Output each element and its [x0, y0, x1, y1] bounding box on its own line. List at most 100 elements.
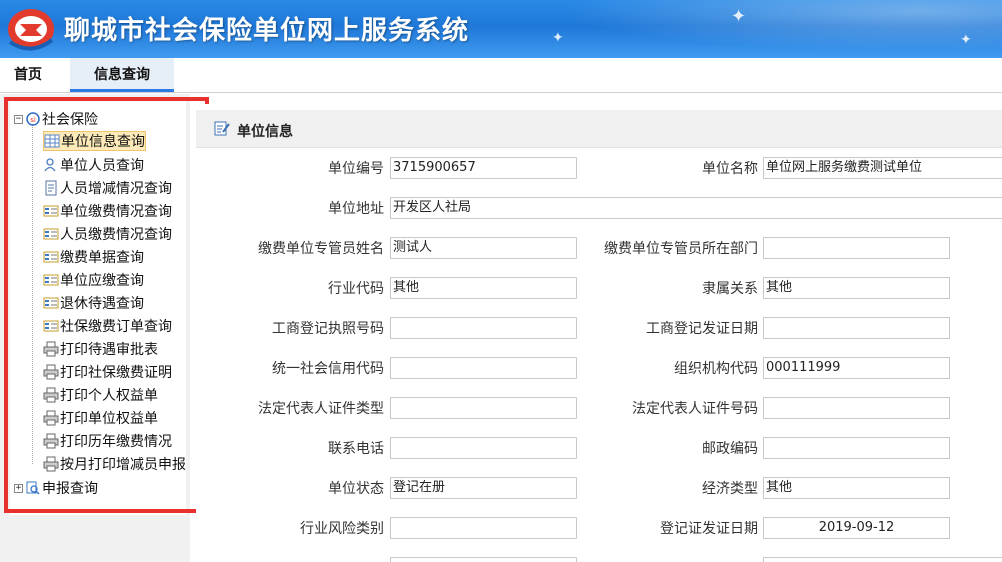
label-unit-name: 单位名称	[702, 161, 758, 177]
sidebar-item-retirement[interactable]: 退休待遇查询	[43, 293, 144, 313]
collapse-icon[interactable]: −	[14, 114, 23, 124]
sidebar-tree: − si 社会保险 单位信息查询 单位人员查询 人员增减情况查询 单位缴费情况查…	[0, 0, 186, 562]
sidebar-item-print-monthly[interactable]: 按月打印增减员申报	[43, 454, 186, 474]
list-card-icon	[43, 320, 59, 332]
phone-field[interactable]	[390, 437, 577, 459]
tree-guide-line	[32, 124, 33, 464]
next-row-field[interactable]	[763, 557, 1002, 562]
sidebar-item-label: 退休待遇查询	[60, 296, 144, 312]
label-postcode: 邮政编码	[702, 441, 758, 457]
sidebar-item-payment-receipt[interactable]: 缴费单据查询	[43, 247, 144, 267]
sidebar-item-label: 按月打印增减员申报	[60, 457, 186, 473]
label-manager-dept: 缴费单位专管员所在部门	[604, 241, 758, 257]
next-row-field[interactable]	[390, 557, 577, 562]
label-license-no: 工商登记执照号码	[272, 321, 384, 337]
label-phone: 联系电话	[328, 441, 384, 457]
printer-icon	[43, 341, 59, 357]
tree-root-label: 社会保险	[42, 112, 98, 128]
manager-dept-field[interactable]	[763, 237, 950, 259]
social-insurance-icon: si	[26, 112, 40, 126]
label-unit-no: 单位编号	[328, 161, 384, 177]
reg-cert-date-field[interactable]: 2019-09-12	[763, 517, 950, 539]
unit-status-field[interactable]: 登记在册	[390, 477, 577, 499]
sidebar-item-label: 打印单位权益单	[60, 411, 158, 427]
label-org-code: 组织机构代码	[674, 361, 758, 377]
list-card-icon	[43, 251, 59, 263]
printer-icon	[43, 456, 59, 472]
unit-address-field[interactable]: 开发区人社局	[390, 197, 1002, 219]
license-date-field[interactable]	[763, 317, 950, 339]
rep-id-no-field[interactable]	[763, 397, 950, 419]
sidebar-item-print-certificate[interactable]: 打印社保缴费证明	[43, 362, 172, 382]
sidebar-item-print-history[interactable]: 打印历年缴费情况	[43, 431, 172, 451]
list-card-icon	[43, 228, 59, 240]
label-license-date: 工商登记发证日期	[646, 321, 758, 337]
list-card-icon	[43, 297, 59, 309]
printer-icon	[43, 387, 59, 403]
label-rep-id-no: 法定代表人证件号码	[632, 401, 758, 417]
sidebar-item-print-approval[interactable]: 打印待遇审批表	[43, 339, 158, 359]
unit-no-field[interactable]: 3715900657	[390, 157, 577, 179]
section-title: 单位信息	[237, 124, 293, 140]
label-unit-address: 单位地址	[328, 201, 384, 217]
label-risk-category: 行业风险类别	[300, 521, 384, 537]
sparkle-icon: ✦	[552, 30, 564, 46]
label-credit-code: 统一社会信用代码	[272, 361, 384, 377]
sidebar-item-staff-change[interactable]: 人员增减情况查询	[43, 178, 172, 198]
sidebar-item-unit-info[interactable]: 单位信息查询	[43, 131, 146, 151]
edit-icon	[214, 121, 230, 136]
svg-text:si: si	[30, 116, 36, 124]
tree-root-label: 申报查询	[42, 481, 98, 497]
sidebar-item-label: 单位人员查询	[60, 158, 144, 174]
sidebar-item-label: 人员增减情况查询	[60, 181, 172, 197]
license-no-field[interactable]	[390, 317, 577, 339]
printer-icon	[43, 410, 59, 426]
label-reg-cert-date: 登记证发证日期	[660, 521, 758, 537]
credit-code-field[interactable]	[390, 357, 577, 379]
search-doc-icon	[26, 481, 40, 495]
label-rep-id-type: 法定代表人证件类型	[258, 401, 384, 417]
tree-root-social-insurance[interactable]: − si 社会保险	[14, 110, 98, 128]
sidebar-item-label: 打印待遇审批表	[60, 342, 158, 358]
rep-id-type-field[interactable]	[390, 397, 577, 419]
expand-icon[interactable]: +	[14, 483, 23, 493]
manager-name-field[interactable]: 测试人	[390, 237, 577, 259]
sidebar-item-person-payment[interactable]: 人员缴费情况查询	[43, 224, 172, 244]
section-header	[196, 110, 1002, 148]
unit-name-field[interactable]: 单位网上服务缴费测试单位	[763, 157, 1002, 179]
sidebar-item-label: 人员缴费情况查询	[60, 227, 172, 243]
sidebar-item-label: 打印个人权益单	[60, 388, 158, 404]
list-card-icon	[43, 274, 59, 286]
sidebar-item-label: 单位应缴查询	[60, 273, 144, 289]
sidebar-item-payable[interactable]: 单位应缴查询	[43, 270, 144, 290]
list-card-icon	[43, 205, 59, 217]
sidebar-item-label: 打印历年缴费情况	[60, 434, 172, 450]
org-code-field[interactable]: 000111999	[763, 357, 950, 379]
sidebar-item-label: 缴费单据查询	[60, 250, 144, 266]
sidebar-item-unit-payment[interactable]: 单位缴费情况查询	[43, 201, 172, 221]
document-icon	[45, 180, 57, 196]
sidebar-item-print-unit-rights[interactable]: 打印单位权益单	[43, 408, 158, 428]
label-affiliation: 隶属关系	[702, 281, 758, 297]
affiliation-field[interactable]: 其他	[763, 277, 950, 299]
economy-type-field[interactable]: 其他	[763, 477, 950, 499]
printer-icon	[43, 433, 59, 449]
industry-code-field[interactable]: 其他	[390, 277, 577, 299]
sidebar-item-label: 社保缴费订单查询	[60, 319, 172, 335]
sidebar-item-label: 单位缴费情况查询	[60, 204, 172, 220]
sidebar-item-print-personal-rights[interactable]: 打印个人权益单	[43, 385, 158, 405]
sidebar-item-label: 单位信息查询	[61, 134, 145, 150]
sidebar-item-payment-order[interactable]: 社保缴费订单查询	[43, 316, 172, 336]
sidebar-item-label: 打印社保缴费证明	[60, 365, 172, 381]
risk-category-field[interactable]	[390, 517, 577, 539]
tree-root-declaration[interactable]: + 申报查询	[14, 479, 98, 497]
sidebar-item-unit-staff[interactable]: 单位人员查询	[43, 155, 144, 175]
printer-icon	[43, 364, 59, 380]
user-icon	[44, 158, 56, 172]
sparkle-icon: ✦	[731, 6, 747, 27]
postcode-field[interactable]	[763, 437, 950, 459]
label-economy-type: 经济类型	[702, 481, 758, 497]
label-unit-status: 单位状态	[328, 481, 384, 497]
label-industry-code: 行业代码	[328, 281, 384, 297]
label-manager-name: 缴费单位专管员姓名	[258, 241, 384, 257]
